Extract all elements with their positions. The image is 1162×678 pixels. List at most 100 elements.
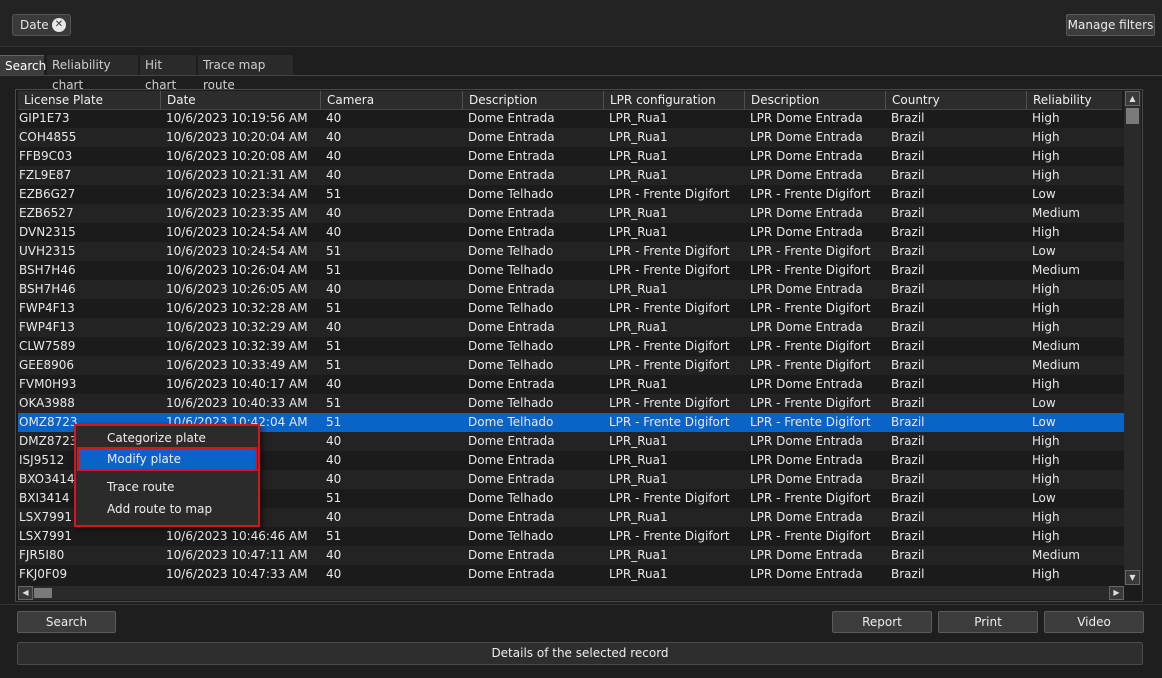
col-license-plate-cell: BSH7H46 [19, 282, 76, 296]
table-row[interactable]: GEE8906 10/6/2023 10:33:49 AM 51 Dome Telha… [18, 356, 1125, 375]
scrollbar-thumb[interactable] [1126, 108, 1139, 124]
col-reliability-cell: High [1032, 510, 1060, 524]
col-country-cell: Brazil [891, 415, 925, 429]
close-icon[interactable]: ✕ [52, 18, 66, 32]
col-description-header[interactable]: Description [463, 91, 604, 109]
col-license-plate-cell: FFB9C03 [19, 149, 73, 163]
details-selected-record-button[interactable]: Details of the selected record [17, 642, 1143, 665]
col-lpr-configuration-cell: LPR - Frente Digifort [609, 187, 730, 201]
table-row[interactable]: OKA3988 10/6/2023 10:40:33 AM 51 Dome Telha… [18, 394, 1125, 413]
date-filter-chip[interactable]: Date ✕ [12, 14, 71, 36]
col-camera-cell: 40 [326, 453, 342, 467]
tab-hit-chart[interactable]: Hit chart [140, 55, 196, 92]
manage-filters-button[interactable]: Manage filters [1066, 14, 1155, 36]
tab-trace-map-route[interactable]: Trace map route [198, 55, 293, 92]
col-date-header[interactable]: Date [161, 91, 321, 109]
tab-reliability-chart[interactable]: Reliability chart [47, 55, 138, 92]
col-reliability-cell: High [1032, 282, 1060, 296]
col-lpr-configuration-cell: LPR_Rua1 [609, 111, 668, 125]
col-license-plate-cell: FWP4F13 [19, 320, 75, 334]
vertical-scrollbar[interactable]: ▲ ▼ [1124, 91, 1141, 585]
table-row[interactable]: COH4855 10/6/2023 10:20:04 AM 40 Dome Entra… [18, 128, 1125, 147]
table-row[interactable]: FWP4F13 10/6/2023 10:32:28 AM 51 Dome Telha… [18, 299, 1125, 318]
col-lpr-configuration-cell: LPR_Rua1 [609, 225, 668, 239]
horizontal-scrollbar-thumb[interactable] [34, 588, 52, 598]
col-date-cell: 10/6/2023 10:26:05 AM [166, 282, 308, 296]
col-camera-header[interactable]: Camera [321, 91, 463, 109]
col-country-cell: Brazil [891, 396, 925, 410]
col-lpr-configuration-header[interactable]: LPR configuration [604, 91, 745, 109]
col-license-plate-cell: EZB6527 [19, 206, 74, 220]
col-reliability-cell: High [1032, 453, 1060, 467]
col-reliability-cell: High [1032, 567, 1060, 581]
col-date-cell: 10/6/2023 10:32:28 AM [166, 301, 308, 315]
col-country-header[interactable]: Country [886, 91, 1027, 109]
table-row[interactable]: BSH7H46 10/6/2023 10:26:05 AM 40 Dome Entra… [18, 280, 1125, 299]
table-row[interactable]: GIP1E73 10/6/2023 10:19:56 AM 40 Dome Entra… [18, 109, 1125, 128]
table-row[interactable]: LSX7991 10/6/2023 10:46:46 AM 51 Dome Telha… [18, 527, 1125, 546]
col-description-cell: Dome Entrada [468, 225, 555, 239]
col-date-cell: 10/6/2023 10:40:17 AM [166, 377, 308, 391]
col-country-cell: Brazil [891, 282, 925, 296]
col-lpr-description-cell: LPR - Frente Digifort [750, 415, 871, 429]
col-description-cell: Dome Entrada [468, 510, 555, 524]
table-row[interactable]: FVM0H93 10/6/2023 10:40:17 AM 40 Dome Entra… [18, 375, 1125, 394]
report-button[interactable]: Report [832, 611, 932, 633]
col-lpr-description-cell: LPR Dome Entrada [750, 377, 863, 391]
col-camera-cell: 51 [326, 415, 342, 429]
col-date-cell: 10/6/2023 10:33:49 AM [166, 358, 308, 372]
table-row[interactable]: BSH7H46 10/6/2023 10:26:04 AM 51 Dome Telha… [18, 261, 1125, 280]
col-lpr-description-header[interactable]: Description [745, 91, 886, 109]
menu-modify-plate[interactable]: Modify plate [77, 447, 257, 471]
col-reliability-cell: High [1032, 377, 1060, 391]
date-filter-label: Date [20, 18, 49, 32]
menu-categorize-plate[interactable]: Categorize plate [79, 428, 255, 448]
horizontal-scrollbar[interactable]: ◀ ▶ [18, 586, 1124, 600]
col-reliability-header[interactable]: Reliability [1027, 91, 1125, 109]
table-row[interactable]: CLW7589 10/6/2023 10:32:39 AM 51 Dome Telha… [18, 337, 1125, 356]
col-date-cell: 10/6/2023 10:21:31 AM [166, 168, 308, 182]
col-lpr-description-cell: LPR Dome Entrada [750, 453, 863, 467]
table-row[interactable]: FKJ0F09 10/6/2023 10:47:33 AM 40 Dome Entra… [18, 565, 1125, 584]
col-lpr-description-cell: LPR Dome Entrada [750, 149, 863, 163]
table-row[interactable]: UVH2315 10/6/2023 10:24:54 AM 51 Dome Telha… [18, 242, 1125, 261]
col-description-cell: Dome Entrada [468, 168, 555, 182]
col-reliability-cell: Low [1032, 415, 1056, 429]
col-lpr-configuration-cell: LPR_Rua1 [609, 282, 668, 296]
col-camera-cell: 40 [326, 567, 342, 581]
print-button[interactable]: Print [938, 611, 1038, 633]
col-license-plate-header[interactable]: License Plate [18, 91, 161, 109]
tab-search[interactable]: Search [0, 55, 46, 75]
col-lpr-description-cell: LPR Dome Entrada [750, 282, 863, 296]
col-description-cell: Dome Telhado [468, 529, 554, 543]
col-lpr-description-cell: LPR Dome Entrada [750, 206, 863, 220]
col-description-cell: Dome Telhado [468, 415, 554, 429]
table-row[interactable]: FJR5I80 10/6/2023 10:47:11 AM 40 Dome Entra… [18, 546, 1125, 565]
search-button[interactable]: Search [17, 611, 116, 633]
col-lpr-description-cell: LPR Dome Entrada [750, 130, 863, 144]
col-country-cell: Brazil [891, 510, 925, 524]
table-row[interactable]: EZB6527 10/6/2023 10:23:35 AM 40 Dome Entra… [18, 204, 1125, 223]
table-row[interactable]: FFB9C03 10/6/2023 10:20:08 AM 40 Dome Entra… [18, 147, 1125, 166]
scroll-down-icon[interactable]: ▼ [1125, 570, 1140, 585]
col-date-cell: 10/6/2023 10:40:33 AM [166, 396, 308, 410]
menu-add-route-to-map[interactable]: Add route to map [79, 499, 255, 519]
col-country-cell: Brazil [891, 339, 925, 353]
col-date-cell: 10/6/2023 10:24:54 AM [166, 244, 308, 258]
menu-trace-route[interactable]: Trace route [79, 477, 255, 497]
col-description-cell: Dome Telhado [468, 339, 554, 353]
video-button[interactable]: Video [1044, 611, 1144, 633]
table-row[interactable]: FZL9E87 10/6/2023 10:21:31 AM 40 Dome Entra… [18, 166, 1125, 185]
col-country-cell: Brazil [891, 377, 925, 391]
table-row[interactable]: EZB6G27 10/6/2023 10:23:34 AM 51 Dome Telha… [18, 185, 1125, 204]
table-row[interactable]: DVN2315 10/6/2023 10:24:54 AM 40 Dome Entra… [18, 223, 1125, 242]
col-description-cell: Dome Telhado [468, 263, 554, 277]
table-row[interactable]: FWP4F13 10/6/2023 10:32:29 AM 40 Dome Entra… [18, 318, 1125, 337]
scroll-up-icon[interactable]: ▲ [1125, 91, 1140, 106]
col-lpr-description-cell: LPR - Frente Digifort [750, 396, 871, 410]
col-lpr-configuration-cell: LPR - Frente Digifort [609, 244, 730, 258]
col-camera-cell: 40 [326, 111, 342, 125]
scroll-right-icon[interactable]: ▶ [1109, 586, 1124, 600]
scroll-left-icon[interactable]: ◀ [18, 586, 33, 600]
col-reliability-cell: High [1032, 529, 1060, 543]
